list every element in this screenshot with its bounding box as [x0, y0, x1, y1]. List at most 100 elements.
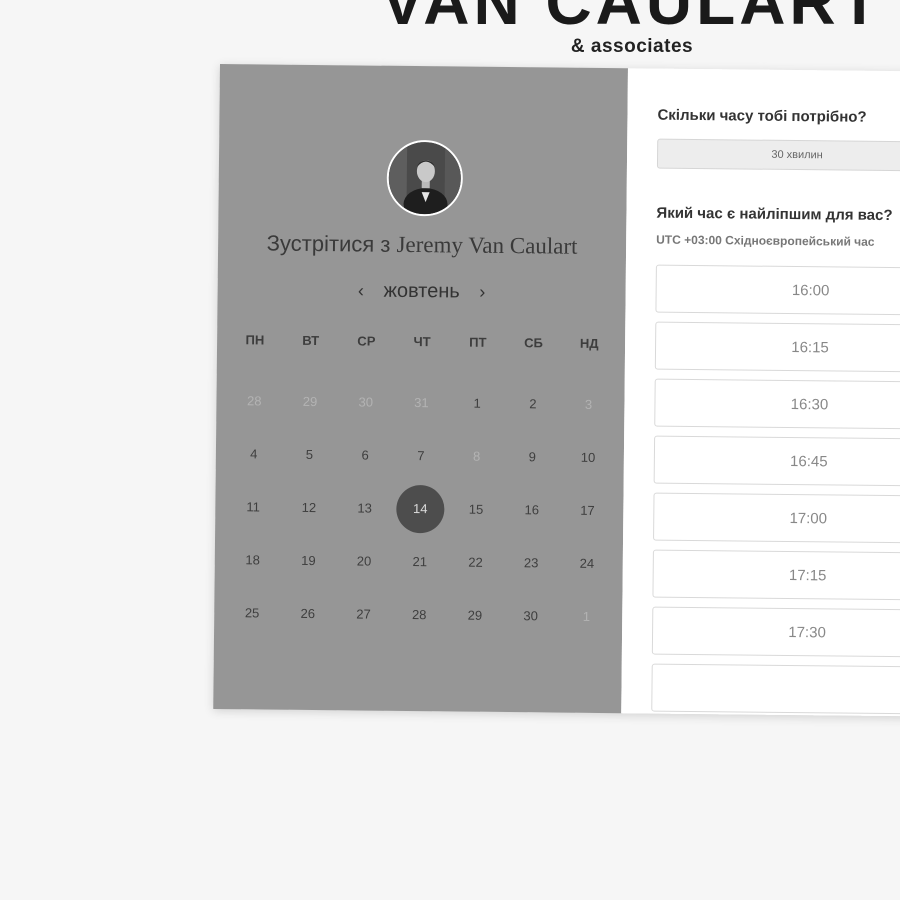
calendar-day[interactable]: 17	[559, 484, 615, 538]
duration-select[interactable]: 30 хвилин	[656, 138, 900, 172]
weekday-label: НД	[579, 335, 599, 351]
day-number: 28	[247, 393, 262, 409]
day-number: 21	[412, 554, 428, 570]
calendar-day-selected[interactable]: 14	[392, 482, 448, 536]
time-slot-button[interactable]: 17:00	[653, 492, 900, 545]
day-number: 11	[246, 499, 261, 515]
day-number: 30	[358, 394, 374, 410]
day-number: 15	[468, 501, 484, 517]
day-number: 29	[302, 393, 318, 410]
time-slot-button[interactable]: 17:15	[652, 549, 900, 602]
calendar-day[interactable]: 11	[225, 480, 281, 534]
time-panel: Скільки часу тобі потрібно? 30 хвилин Як…	[621, 68, 900, 718]
calendar-day[interactable]: 24	[559, 537, 615, 591]
weekday-header: ПН ВТ СР ЧТ ПТ СБ НД	[227, 332, 617, 351]
day-number: 4	[250, 446, 258, 462]
time-slot-button[interactable]: 16:45	[653, 435, 900, 488]
brand-title: VAN CAULART	[381, 0, 883, 38]
time-slot-button[interactable]: 16:30	[654, 378, 900, 431]
calendar-panel: Зустрітися з Jeremy Van Caulart ‹ жовтен…	[213, 64, 628, 714]
calendar-day[interactable]: 2	[505, 377, 561, 431]
calendar-day[interactable]: 6	[337, 428, 393, 482]
calendar-day: 30	[338, 375, 394, 429]
day-number: 1	[582, 608, 591, 624]
calendar-day[interactable]: 16	[504, 483, 560, 537]
calendar-day[interactable]: 12	[281, 481, 337, 535]
day-number: 17	[580, 502, 595, 518]
day-number: 16	[524, 502, 540, 518]
calendar-day[interactable]: 4	[226, 427, 282, 481]
chevron-left-icon[interactable]: ‹	[344, 280, 378, 300]
weekday-label: СР	[357, 333, 376, 349]
calendar-day[interactable]: 29	[447, 588, 503, 642]
calendar-day[interactable]: 20	[336, 534, 392, 588]
calendar-day: 31	[393, 376, 449, 430]
day-number: 19	[301, 552, 316, 569]
day-number: 31	[414, 395, 429, 411]
day-number: 30	[523, 608, 538, 624]
calendar-day: 29	[282, 375, 338, 429]
day-number: 13	[357, 500, 372, 516]
meet-prefix: Зустрітися з	[266, 230, 391, 257]
month-label: жовтень	[383, 279, 460, 303]
day-number: 7	[417, 448, 425, 464]
day-number: 12	[301, 499, 317, 516]
time-slot-list: 16:00 16:15 16:30 16:45 17:00 17:15 17:30	[651, 264, 900, 718]
day-number: 28	[411, 607, 427, 623]
calendar-day[interactable]: 30	[503, 589, 559, 643]
calendar-day[interactable]: 10	[560, 431, 616, 485]
calendar-day[interactable]: 19	[280, 534, 336, 588]
timezone-select[interactable]: UTC +03:00 Східноєвропейський час	[656, 233, 874, 249]
time-slot-button[interactable]	[651, 663, 900, 716]
calendar-day: 28	[226, 374, 282, 428]
calendar-day[interactable]: 21	[392, 535, 448, 589]
timezone-name: Східноєвропейський час	[725, 233, 875, 249]
day-number: 2	[529, 396, 537, 412]
calendar-day[interactable]: 18	[225, 533, 281, 587]
day-number: 23	[523, 555, 539, 571]
calendar-grid: 28 29 30 31 1 2 3 4 5 6 7 8 9 10 11 12 13 14 15 16 17 18 19 20 2…	[224, 374, 617, 643]
day-number: 8	[472, 448, 481, 464]
calendar-day[interactable]: 1	[449, 376, 505, 430]
calendar-day: 3	[560, 378, 616, 432]
calendar-day: 8	[448, 429, 504, 483]
day-number: 24	[579, 555, 595, 571]
time-slot-button[interactable]: 16:15	[654, 321, 900, 374]
calendar-day[interactable]: 9	[504, 430, 560, 484]
calendar-day[interactable]: 7	[393, 429, 449, 483]
calendar-day: 1	[558, 590, 614, 644]
day-number: 25	[244, 605, 260, 621]
calendar-day[interactable]: 23	[503, 536, 559, 590]
calendar-day[interactable]: 28	[391, 588, 447, 642]
calendar-day[interactable]: 15	[448, 482, 504, 536]
day-number: 9	[528, 449, 537, 465]
brand-subtitle: & associates	[570, 36, 694, 57]
day-number: 5	[305, 446, 314, 462]
brand-logo: VAN CAULART & associates	[0, 0, 900, 58]
calendar-day[interactable]: 13	[337, 481, 393, 535]
duration-question: Скільки часу тобі потрібно?	[657, 106, 867, 126]
host-name: Jeremy Van Caulart	[396, 231, 578, 259]
weekday-label: ВТ	[302, 332, 320, 349]
calendar-day[interactable]: 5	[281, 428, 337, 482]
time-question: Який час є найліпшим для вас?	[656, 204, 893, 225]
timezone-offset: UTC +03:00	[656, 232, 722, 248]
calendar-day[interactable]: 25	[224, 586, 280, 640]
day-number: 20	[356, 553, 372, 569]
calendar-day[interactable]: 27	[335, 587, 391, 641]
day-number: 27	[356, 606, 371, 622]
chevron-right-icon[interactable]: ›	[465, 282, 499, 302]
weekday-label: СБ	[524, 335, 543, 351]
calendar-day[interactable]: 26	[280, 587, 336, 641]
avatar	[386, 139, 464, 217]
weekday-label: ПН	[245, 332, 265, 348]
meeting-title: Зустрітися з Jeremy Van Caulart	[218, 230, 626, 260]
day-number: 29	[467, 607, 483, 623]
time-slot-button[interactable]: 16:00	[655, 264, 900, 317]
day-number: 26	[300, 605, 316, 622]
calendar-day[interactable]: 22	[447, 535, 503, 589]
month-navigator: ‹ жовтень ›	[218, 278, 626, 305]
weekday-label: ПТ	[469, 334, 487, 350]
time-slot-button[interactable]: 17:30	[651, 606, 900, 659]
day-number: 3	[584, 396, 593, 412]
